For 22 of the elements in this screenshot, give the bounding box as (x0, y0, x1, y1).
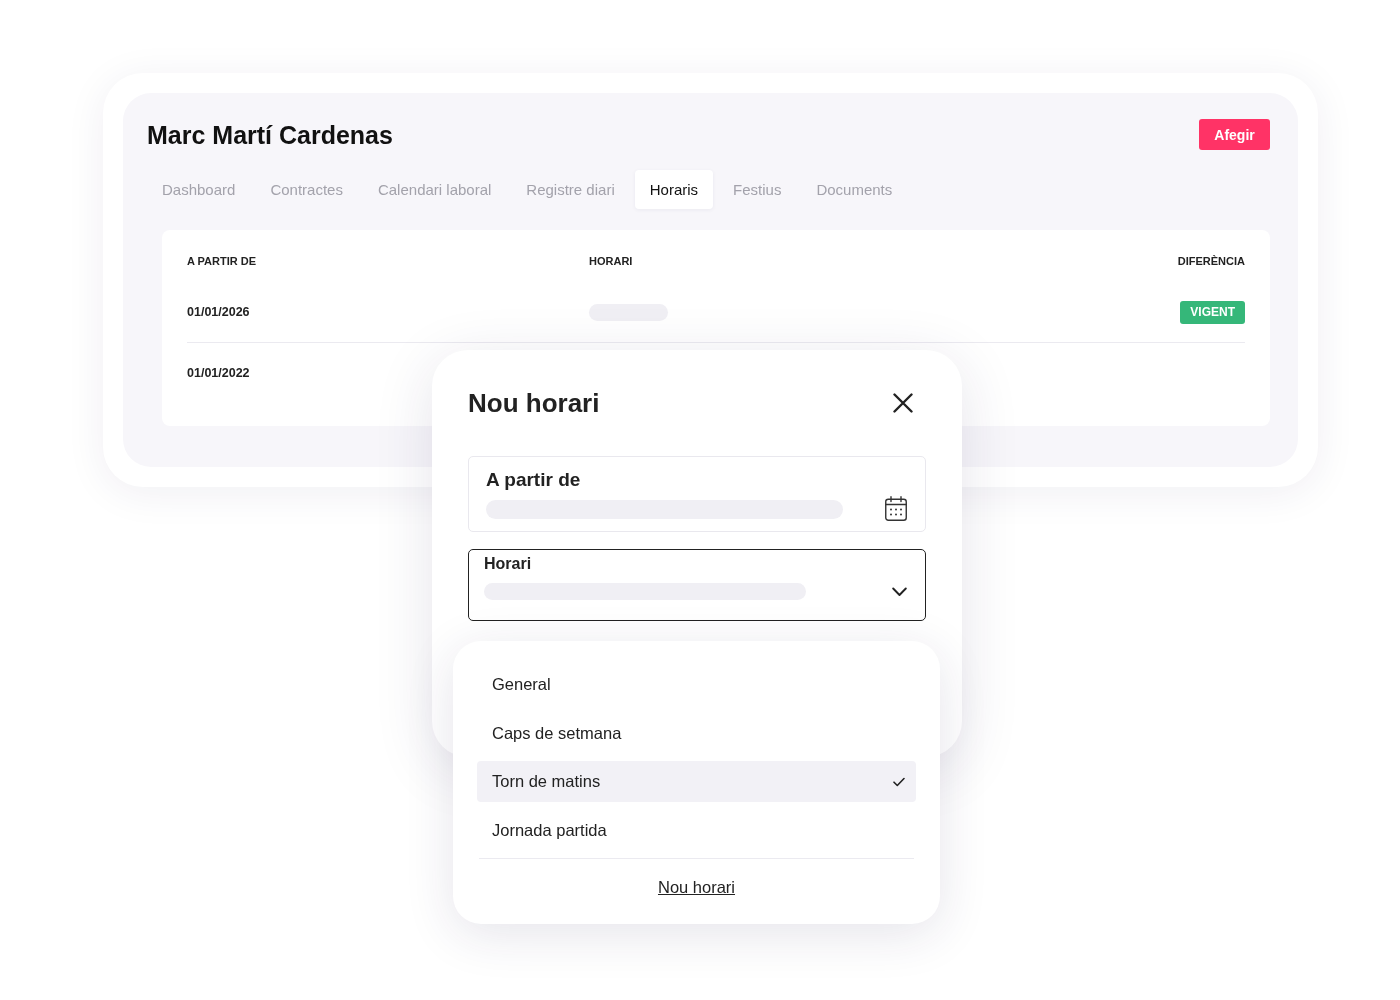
new-schedule-link[interactable]: Nou horari (657, 877, 735, 897)
column-header: A PARTIR DE (187, 254, 258, 268)
dropdown-option[interactable]: Torn de matins (477, 761, 916, 802)
dropdown-option[interactable]: Jornada partida (477, 809, 916, 851)
chevron-down-icon (892, 587, 907, 597)
close-button[interactable] (893, 393, 913, 413)
add-button[interactable]: Afegir (1199, 119, 1270, 150)
table-cell: 01/01/2022 (187, 366, 250, 380)
table-cell: 01/01/2026 (187, 305, 250, 319)
status-badge: VIGENT (1180, 300, 1245, 324)
dropdown-option[interactable]: General (477, 664, 916, 705)
page-title: Marc Martí Cardenas (147, 119, 393, 150)
column-header: HORARI (589, 254, 634, 268)
date-field[interactable]: A partir de (468, 456, 926, 532)
close-icon (893, 393, 913, 413)
check-icon (893, 776, 905, 787)
tab[interactable]: Horaris (634, 170, 714, 209)
select-field[interactable]: Horari (468, 549, 926, 621)
dialog-title: Nou horari (468, 387, 600, 419)
dropdown-option[interactable]: Caps de setmana (477, 712, 916, 754)
column-header: DIFERÈNCIA (1177, 254, 1245, 268)
calendar-icon (885, 496, 907, 521)
